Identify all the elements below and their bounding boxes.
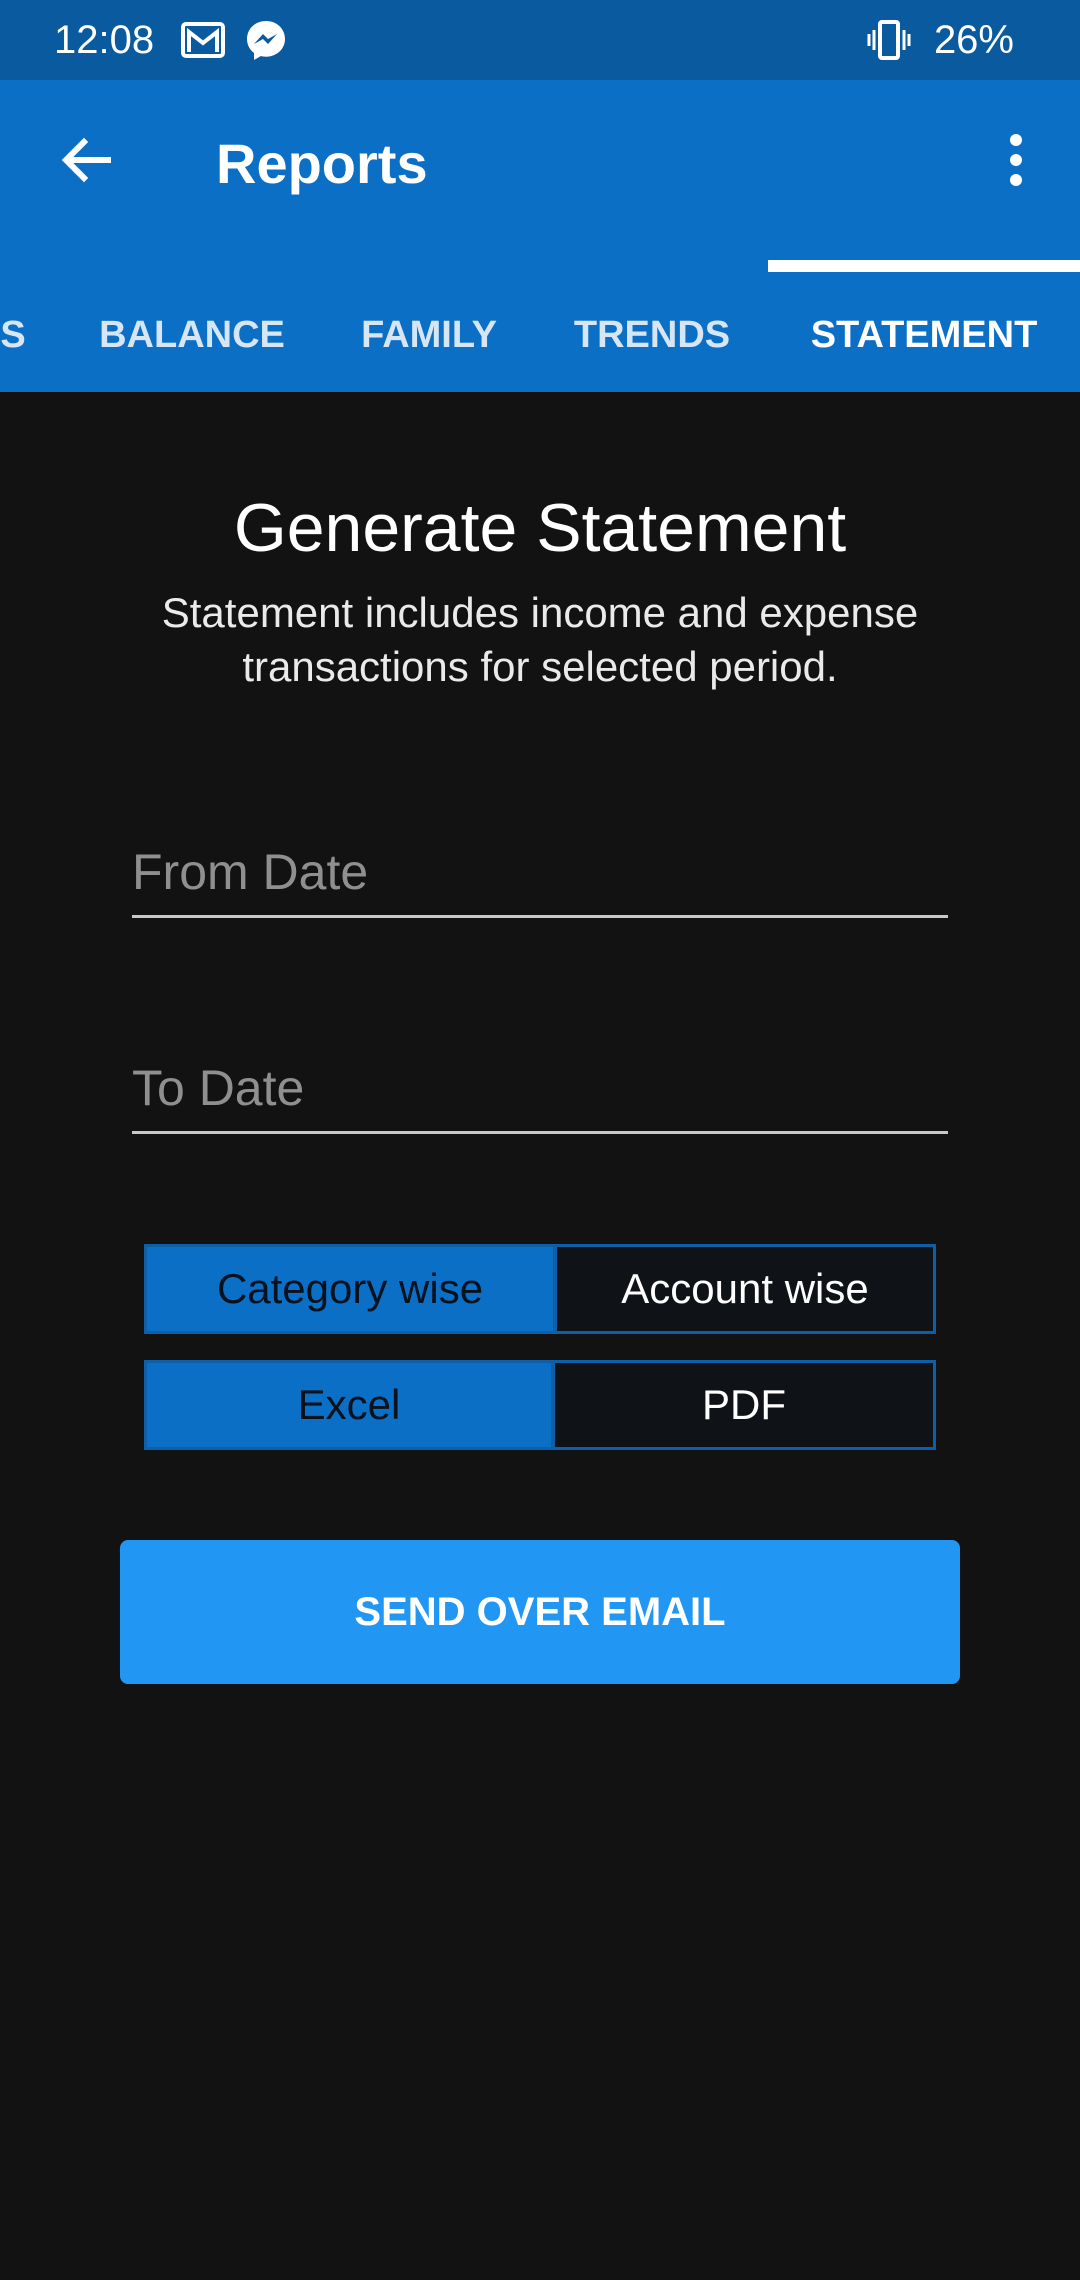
send-over-email-button[interactable]: SEND OVER EMAIL bbox=[120, 1540, 960, 1684]
tab-balance[interactable]: BALANCE bbox=[66, 278, 318, 392]
account-wise-toggle[interactable]: Account wise bbox=[554, 1244, 936, 1334]
status-bar: 12:08 26% bbox=[0, 0, 1080, 80]
battery-percent: 26% bbox=[933, 18, 1014, 62]
statement-panel: Generate Statement Statement includes in… bbox=[0, 392, 1080, 2280]
from-date-field[interactable] bbox=[132, 828, 948, 918]
tab-trends[interactable]: TRENDS bbox=[540, 278, 764, 392]
to-date-input[interactable] bbox=[132, 1044, 948, 1131]
overflow-menu-button[interactable] bbox=[976, 120, 1056, 200]
category-wise-toggle[interactable]: Category wise bbox=[144, 1244, 556, 1334]
vibrate-icon bbox=[866, 18, 912, 62]
section-description: Statement includes income and expense tr… bbox=[161, 589, 919, 690]
active-tab-indicator bbox=[768, 260, 1080, 272]
to-date-field[interactable] bbox=[132, 1044, 948, 1134]
tab-statement[interactable]: STATEMENT bbox=[768, 278, 1080, 392]
tab-family[interactable]: FAMILY bbox=[318, 278, 540, 392]
section-heading: Generate Statement bbox=[233, 490, 847, 566]
report-tabs: S BALANCE FAMILY TRENDS STATEMENT bbox=[0, 278, 1080, 392]
gmail-icon bbox=[180, 18, 226, 62]
messenger-icon bbox=[244, 18, 290, 62]
app-bar: Reports S BALANCE FAMILY TRENDS STATEMEN… bbox=[0, 80, 1080, 392]
from-date-input[interactable] bbox=[132, 828, 948, 915]
pdf-toggle[interactable]: PDF bbox=[552, 1360, 936, 1450]
page-title: Reports bbox=[216, 132, 428, 195]
excel-toggle[interactable]: Excel bbox=[144, 1360, 554, 1450]
status-time: 12:08 bbox=[54, 18, 155, 62]
arrow-back-icon bbox=[61, 137, 111, 183]
back-button[interactable] bbox=[46, 120, 126, 200]
tab-partial[interactable]: S bbox=[0, 278, 38, 392]
more-vert-icon bbox=[1010, 134, 1022, 186]
